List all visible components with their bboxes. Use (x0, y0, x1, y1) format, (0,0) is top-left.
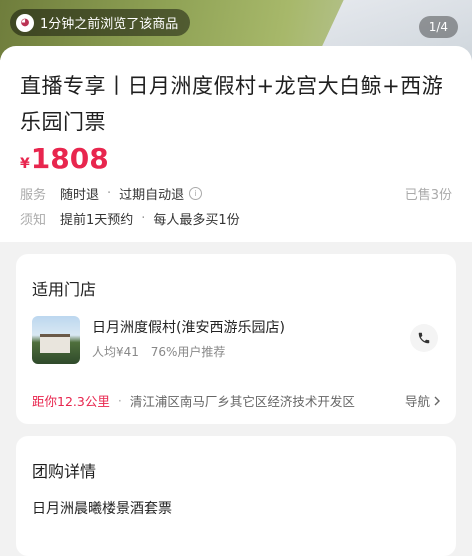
location-row[interactable]: 距你12.3公里 · 清江浦区南马厂乡其它区经济技术开发区 导航 (32, 391, 442, 410)
dot-separator: · (107, 186, 112, 201)
store-distance: 距你12.3公里 (32, 394, 110, 409)
dot-separator: · (117, 393, 122, 408)
store-name[interactable]: 日月洲度假村(淮安西游乐园店) (92, 317, 285, 337)
store-meta: 人均¥41 76%用户推荐 (92, 343, 233, 360)
service-item: 过期自动退 (119, 188, 185, 203)
notice-item: 提前1天预约 (60, 213, 134, 228)
product-info-card: 直播专享丨日月洲度假村+龙宫大白鲸+西游乐园门票 ¥ 1808 服务 随时退 ·… (0, 46, 472, 242)
service-item: 随时退 (60, 188, 100, 203)
store-section-heading: 适用门店 (32, 280, 97, 299)
phone-button[interactable] (410, 324, 438, 352)
product-price: ¥ 1808 (20, 142, 109, 175)
product-title: 直播专享丨日月洲度假村+龙宫大白鲸+西游乐园门票 (20, 74, 444, 134)
notice-label: 须知 (20, 213, 47, 228)
service-label: 服务 (20, 188, 47, 203)
recent-visit-badge: ◕ 1分钟之前浏览了该商品 (10, 9, 191, 36)
chevron-right-icon (434, 396, 440, 405)
image-counter: 1/4 (418, 16, 458, 38)
store-thumbnail[interactable] (32, 316, 80, 364)
store-recommend-rate: 76%用户推荐 (150, 345, 226, 359)
dot-separator: · (141, 211, 146, 226)
store-address: 清江浦区南马厂乡其它区经济技术开发区 (129, 394, 355, 409)
price-value: 1808 (30, 142, 109, 175)
notice-item: 每人最多买1份 (153, 213, 240, 228)
group-deal-details-card: 团购详情 日月洲晨曦楼景酒套票 (16, 436, 456, 556)
navigate-button[interactable]: 导航 (405, 391, 442, 410)
thumbnail-building (40, 334, 70, 353)
phone-icon (418, 332, 430, 344)
store-avg-price: 人均¥41 (92, 345, 139, 359)
applicable-store-card: 适用门店 日月洲度假村(淮安西游乐园店) 人均¥41 76%用户推荐 距你12.… (16, 254, 456, 424)
sold-count: 已售3份 (404, 188, 452, 203)
detail-section-heading: 团购详情 (32, 462, 97, 481)
recent-visit-text: 1分钟之前浏览了该商品 (40, 17, 179, 32)
info-icon[interactable]: i (189, 187, 203, 200)
package-item-name: 日月洲晨曦楼景酒套票 (32, 501, 172, 517)
avatar-icon: ◕ (16, 13, 34, 32)
notice-row: 须知 提前1天预约 · 每人最多买1份 (20, 209, 240, 228)
price-currency: ¥ (20, 156, 30, 172)
service-row[interactable]: 服务 随时退 · 过期自动退 i (20, 184, 203, 203)
navigate-label: 导航 (404, 394, 430, 409)
